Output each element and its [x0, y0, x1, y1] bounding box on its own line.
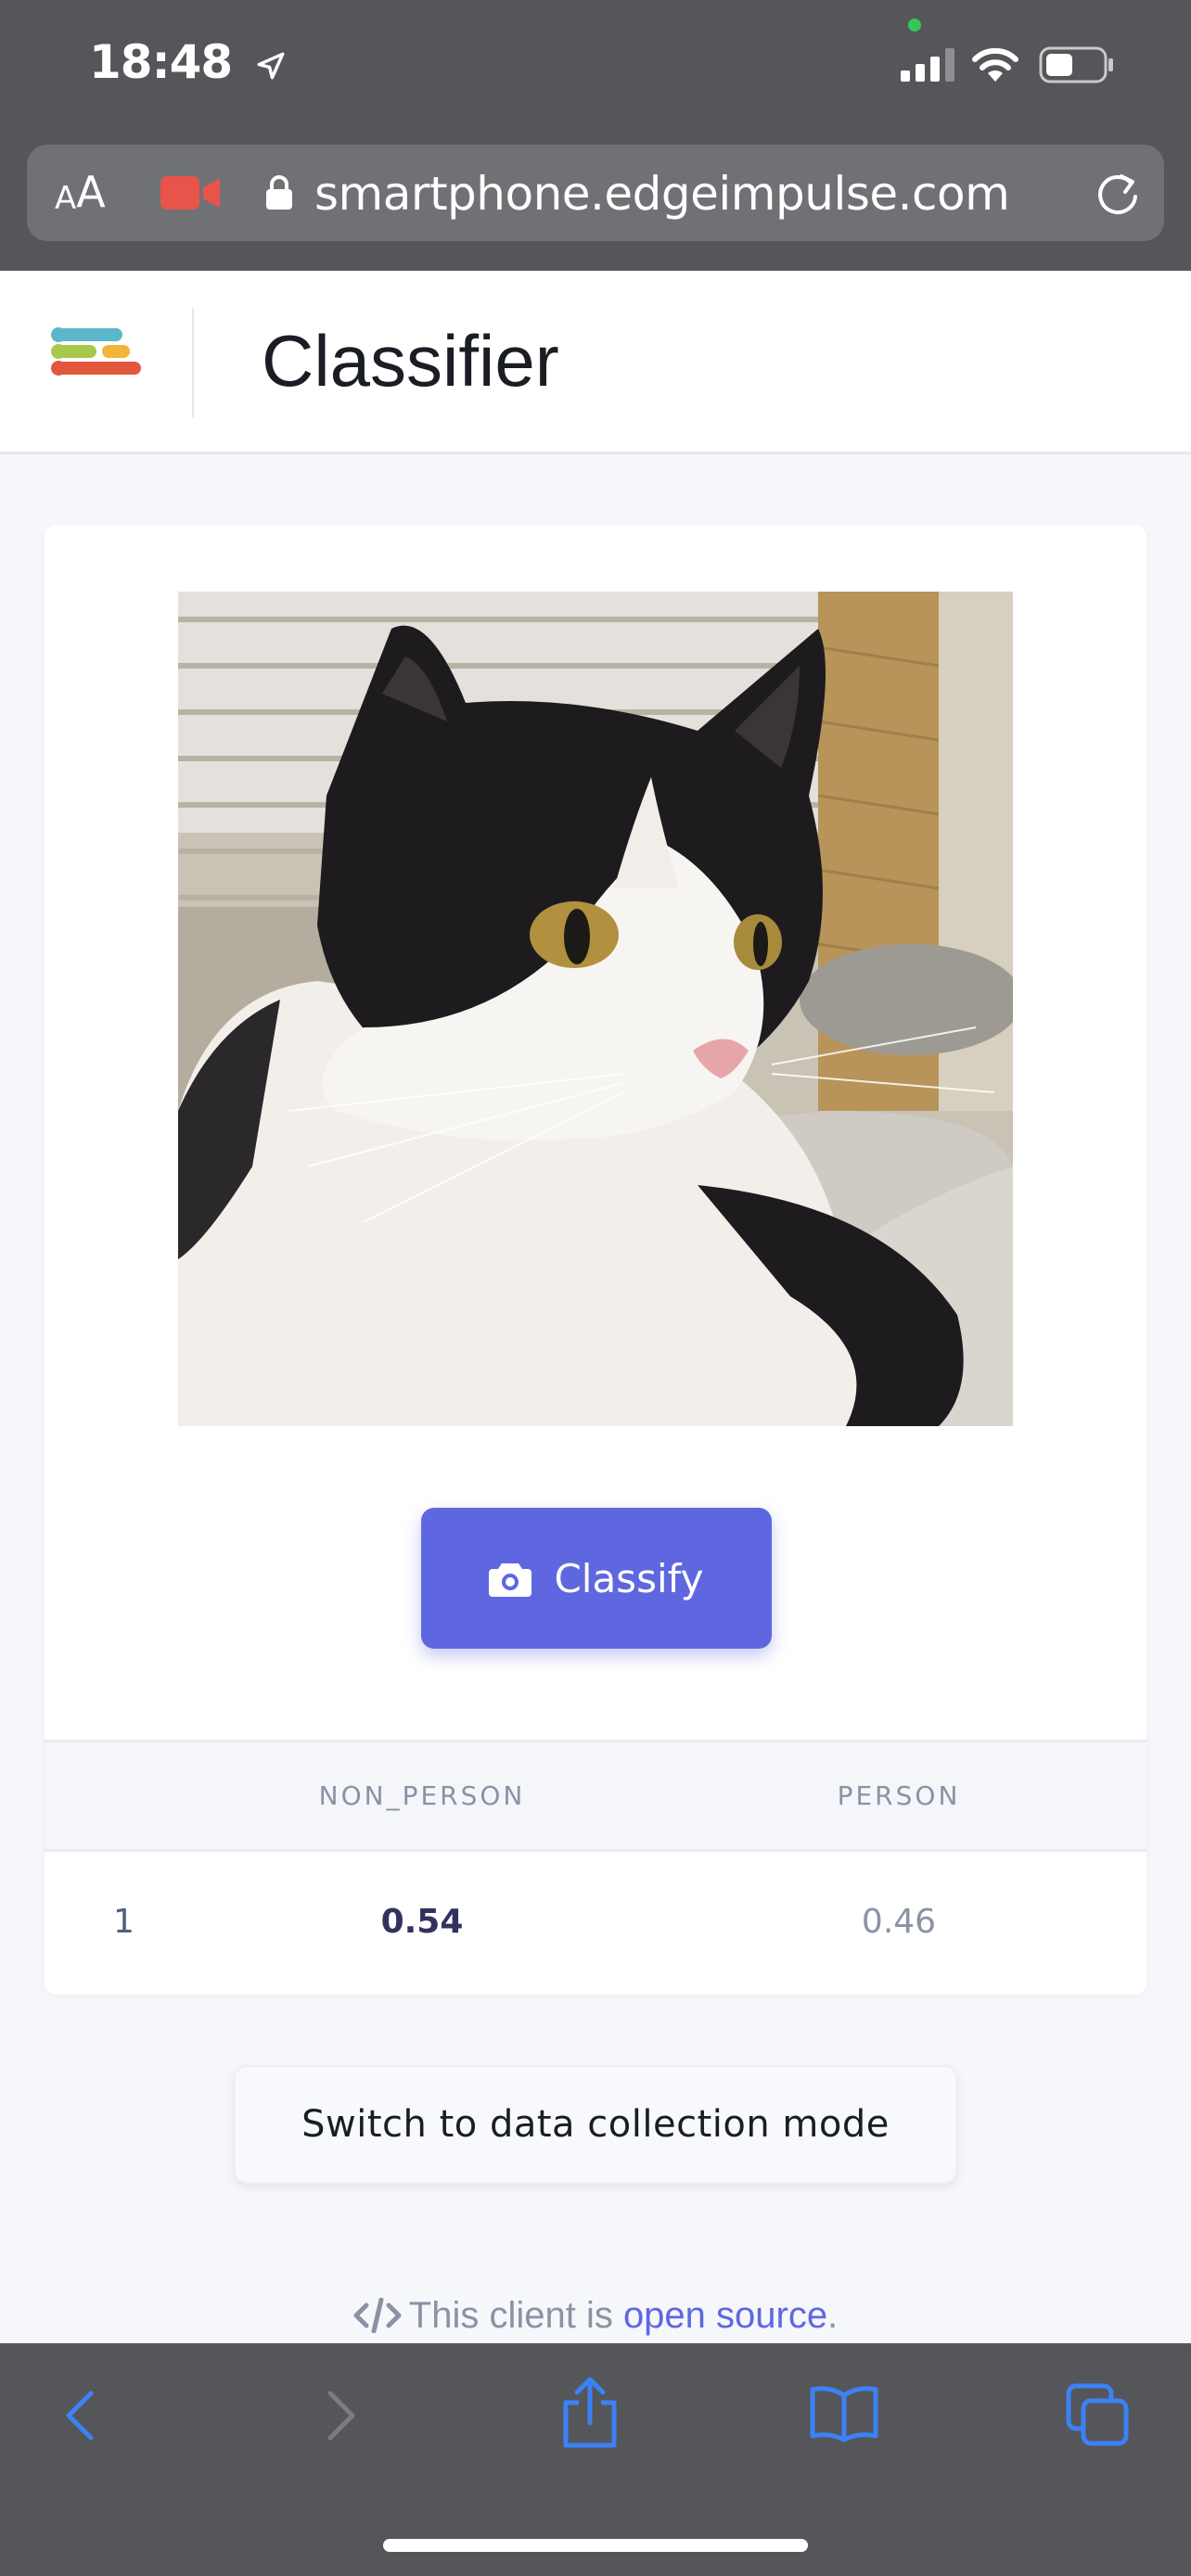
share-icon[interactable]: [560, 2377, 620, 2449]
results-table-header-row: NON_PERSON PERSON: [45, 1741, 1146, 1851]
results-table: NON_PERSON PERSON 1 0.54 0.46: [45, 1740, 1146, 1992]
app-header: Classifier: [0, 271, 1191, 454]
url-text[interactable]: smartphone.edgeimpulse.com: [314, 167, 1010, 221]
column-header-person: PERSON: [837, 1780, 961, 1811]
person-score: 0.46: [861, 1902, 937, 1941]
open-source-link[interactable]: open source: [623, 2295, 827, 2336]
back-chevron-icon[interactable]: [58, 2388, 104, 2443]
wifi-icon: [972, 47, 1018, 82]
home-indicator[interactable]: [383, 2539, 808, 2552]
classify-button-label: Classify: [554, 1555, 704, 1601]
footer-open-source-note: This client is open source.: [0, 2295, 1191, 2337]
camera-in-use-indicator: [908, 19, 921, 32]
code-icon: [353, 2297, 402, 2334]
browser-toolbar: [0, 2343, 1191, 2576]
camera-icon: [489, 1563, 532, 1597]
column-header-index: [45, 1741, 193, 1851]
battery-icon: [1039, 46, 1113, 83]
book-icon[interactable]: [809, 2384, 879, 2443]
table-row: 1 0.54 0.46: [45, 1851, 1146, 1992]
location-arrow-icon: [257, 52, 285, 79]
edge-impulse-logo[interactable]: [48, 326, 141, 391]
status-time-text: 18:48: [89, 35, 233, 89]
page-title: Classifier: [262, 320, 559, 402]
status-bar: 18:48: [0, 0, 1191, 139]
camera-preview-image: [178, 592, 1013, 1426]
browser-chrome: A A smartphone.edgeimpulse.com: [0, 139, 1191, 271]
classify-button[interactable]: Classify: [421, 1508, 772, 1649]
video-camera-icon[interactable]: [160, 174, 222, 211]
cellular-signal-icon: [901, 48, 954, 82]
footer-prefix: This client is: [408, 2295, 623, 2336]
url-bar[interactable]: A A smartphone.edgeimpulse.com: [27, 145, 1164, 241]
footer-suffix: .: [827, 2295, 839, 2336]
status-time: 18:48: [89, 35, 287, 89]
row-index: 1: [113, 1902, 134, 1941]
text-size-big-a: A: [76, 167, 106, 217]
tabs-icon[interactable]: [1065, 2382, 1130, 2447]
header-divider: [192, 308, 194, 417]
text-size-small-a: A: [55, 180, 77, 217]
classifier-card: Classify NON_PERSON PERSON 1 0.54 0.46: [45, 525, 1146, 1995]
switch-to-data-collection-button[interactable]: Switch to data collection mode: [234, 2065, 957, 2184]
text-size-button[interactable]: A A: [55, 167, 106, 217]
reload-icon[interactable]: [1094, 169, 1142, 219]
forward-chevron-icon[interactable]: [317, 2388, 364, 2443]
lock-icon: [266, 175, 292, 210]
non-person-score: 0.54: [380, 1902, 464, 1941]
column-header-non-person: NON_PERSON: [318, 1780, 526, 1811]
